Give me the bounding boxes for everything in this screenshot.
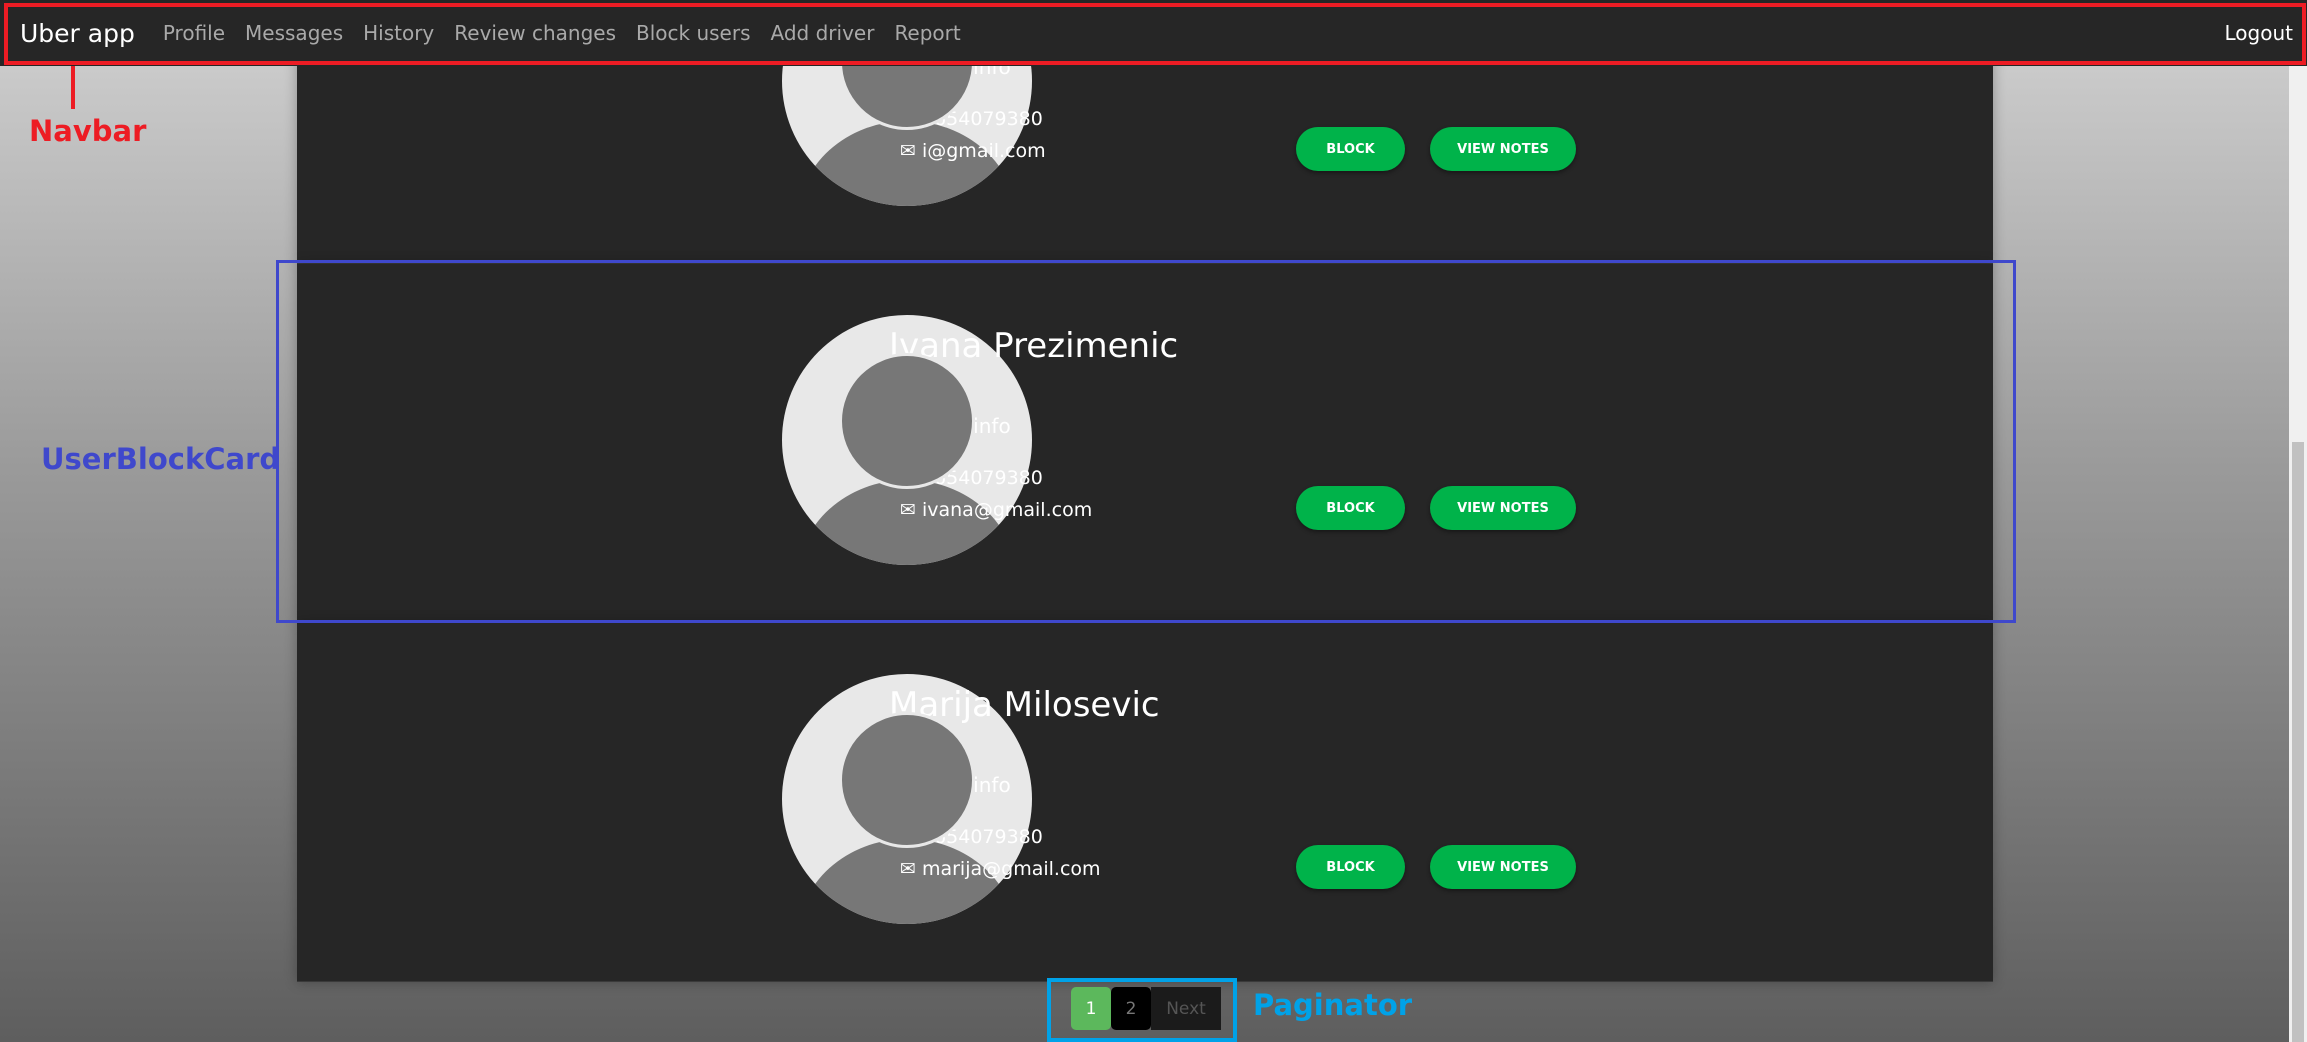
nav-review-changes[interactable]: Review changes xyxy=(454,21,616,45)
scrollbar[interactable] xyxy=(2289,66,2307,1042)
navbar: Uber app Profile Messages History Review… xyxy=(0,0,2307,66)
nav-history[interactable]: History xyxy=(363,21,434,45)
nav-block-users[interactable]: Block users xyxy=(636,21,751,45)
block-button[interactable]: BLOCK xyxy=(1296,845,1405,889)
logout-link[interactable]: Logout xyxy=(2225,21,2293,45)
nav-messages[interactable]: Messages xyxy=(245,21,343,45)
envelope-icon: ✉ xyxy=(900,858,922,880)
brand-link[interactable]: Uber app xyxy=(20,19,135,48)
view-notes-button[interactable]: VIEW NOTES xyxy=(1430,845,1576,889)
nav-add-driver[interactable]: Add driver xyxy=(771,21,875,45)
user-list: Contact info ✆ 0654079380 ✉ i@gmail.com … xyxy=(297,0,1993,982)
paginator-annotation-label: Paginator xyxy=(1253,988,1413,1022)
card-annotation-label: UserBlockCard xyxy=(41,442,281,476)
envelope-icon: ✉ xyxy=(900,499,922,521)
user-block-card: Marija Milosevic Contact info ✆ 06540793… xyxy=(297,623,1993,982)
scrollbar-thumb[interactable] xyxy=(2292,442,2304,1042)
user-block-card: Ivana Prezimenic Contact info ✆ 06540793… xyxy=(297,264,1993,623)
navbar-annotation-label: Navbar xyxy=(29,114,147,148)
nav-profile[interactable]: Profile xyxy=(163,21,225,45)
page-2-button[interactable]: 2 xyxy=(1111,987,1151,1030)
view-notes-button[interactable]: VIEW NOTES xyxy=(1430,486,1576,530)
block-button[interactable]: BLOCK xyxy=(1296,127,1405,171)
annotation-pointer xyxy=(71,65,75,109)
view-notes-button[interactable]: VIEW NOTES xyxy=(1430,127,1576,171)
page-1-button[interactable]: 1 xyxy=(1071,987,1111,1030)
email: ivana@gmail.com xyxy=(921,499,1093,521)
nav-report[interactable]: Report xyxy=(894,21,960,45)
next-page-button[interactable]: Next xyxy=(1151,987,1221,1030)
email: marija@gmail.com xyxy=(921,858,1101,880)
block-button[interactable]: BLOCK xyxy=(1296,486,1405,530)
email: i@gmail.com xyxy=(921,140,1046,162)
paginator: 1 2 Next xyxy=(1071,987,1221,1030)
envelope-icon: ✉ xyxy=(900,140,922,162)
